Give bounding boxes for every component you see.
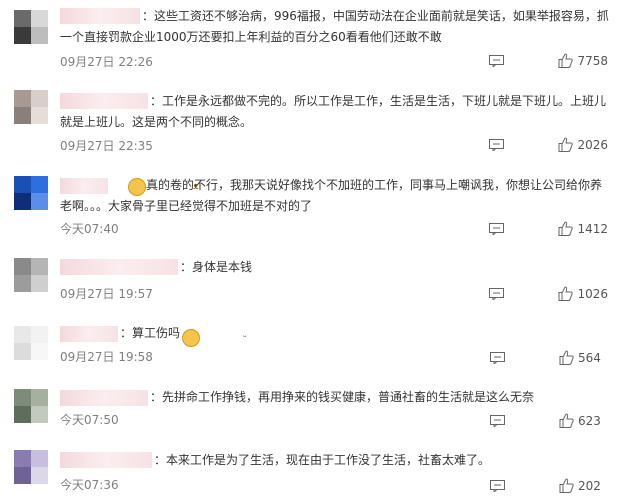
like-count: 7758 — [577, 53, 608, 68]
like-count: 1412 — [577, 221, 608, 236]
thumbs-up-icon[interactable] — [559, 413, 574, 428]
thumbs-up-icon[interactable] — [558, 221, 574, 236]
comment-timestamp: 今天07:36 — [60, 478, 119, 492]
like-count: 202 — [578, 478, 601, 493]
comment-actions: 1026 — [489, 286, 608, 301]
comment-actions: 202 — [490, 478, 608, 493]
comment-icon[interactable] — [489, 222, 505, 235]
comment-text: ：先拼命工作挣钱，再用挣来的钱买健康，普通社畜的生活就是这么无奈 — [150, 390, 535, 404]
comment-actions: 623 — [490, 413, 608, 428]
like-count: 564 — [578, 350, 601, 365]
avatar[interactable] — [14, 326, 48, 360]
comment-timestamp: 今天07:50 — [60, 413, 119, 427]
like-count: 623 — [578, 413, 601, 428]
comment-timestamp: 09月27日 22:26 — [60, 55, 153, 69]
thumbs-up-icon[interactable] — [558, 53, 574, 68]
cat-face-emoji-icon: ᴥ — [128, 178, 198, 196]
comment-timestamp: 09月27日 19:57 — [60, 287, 153, 301]
comment-body: ：算工伤吗 — [120, 326, 181, 340]
comment-icon[interactable] — [489, 138, 505, 151]
comment-text: ：这些工资还不够治病，996福报，中国劳动法在企业面前就是笑话，如果举报容易，抓… — [60, 9, 609, 44]
laughing-emoji-icon: ᵕ — [182, 329, 247, 347]
thumbs-up-icon[interactable] — [558, 286, 574, 301]
comment-icon[interactable] — [489, 287, 505, 300]
comment-timestamp: 09月27日 19:58 — [60, 350, 153, 364]
comment-actions: 2026 — [489, 137, 608, 152]
comment-text: ：身体是本钱 — [180, 260, 253, 274]
comment-icon[interactable] — [490, 351, 505, 364]
comment-actions: 1412 — [489, 221, 608, 236]
avatar[interactable] — [14, 258, 48, 292]
comment-actions: 564 — [490, 350, 608, 365]
avatar[interactable] — [14, 90, 48, 124]
avatar[interactable] — [14, 176, 48, 210]
like-count: 2026 — [577, 137, 608, 152]
like-count: 1026 — [577, 286, 608, 301]
comment-icon[interactable] — [489, 54, 505, 67]
avatar[interactable] — [14, 389, 48, 423]
comment-text: ：工作是永远都做不完的。所以工作是工作，生活是生活，下班儿就是下班儿。上班儿就是… — [60, 94, 607, 129]
comment-text: ᴥ 真的卷的不行，我那天说好像找个不加班的工作，同事马上嘲讽我，你想让公司给你养… — [60, 175, 610, 217]
avatar[interactable] — [14, 450, 48, 484]
thumbs-up-icon[interactable] — [559, 350, 574, 365]
comment-icon[interactable] — [490, 414, 505, 427]
avatar[interactable] — [14, 10, 48, 44]
comment-timestamp: 09月27日 22:35 — [60, 139, 153, 153]
comment-icon[interactable] — [490, 479, 505, 492]
thumbs-up-icon[interactable] — [558, 137, 574, 152]
comment-actions: 7758 — [489, 53, 608, 68]
comment-text: ：算工伤吗 ᵕ — [60, 323, 610, 347]
comment-timestamp: 今天07:40 — [60, 222, 119, 236]
thumbs-up-icon[interactable] — [559, 478, 574, 493]
comment-text: ：本来工作是为了生活，现在由于工作没了生活，社畜太难了。 — [154, 453, 491, 467]
